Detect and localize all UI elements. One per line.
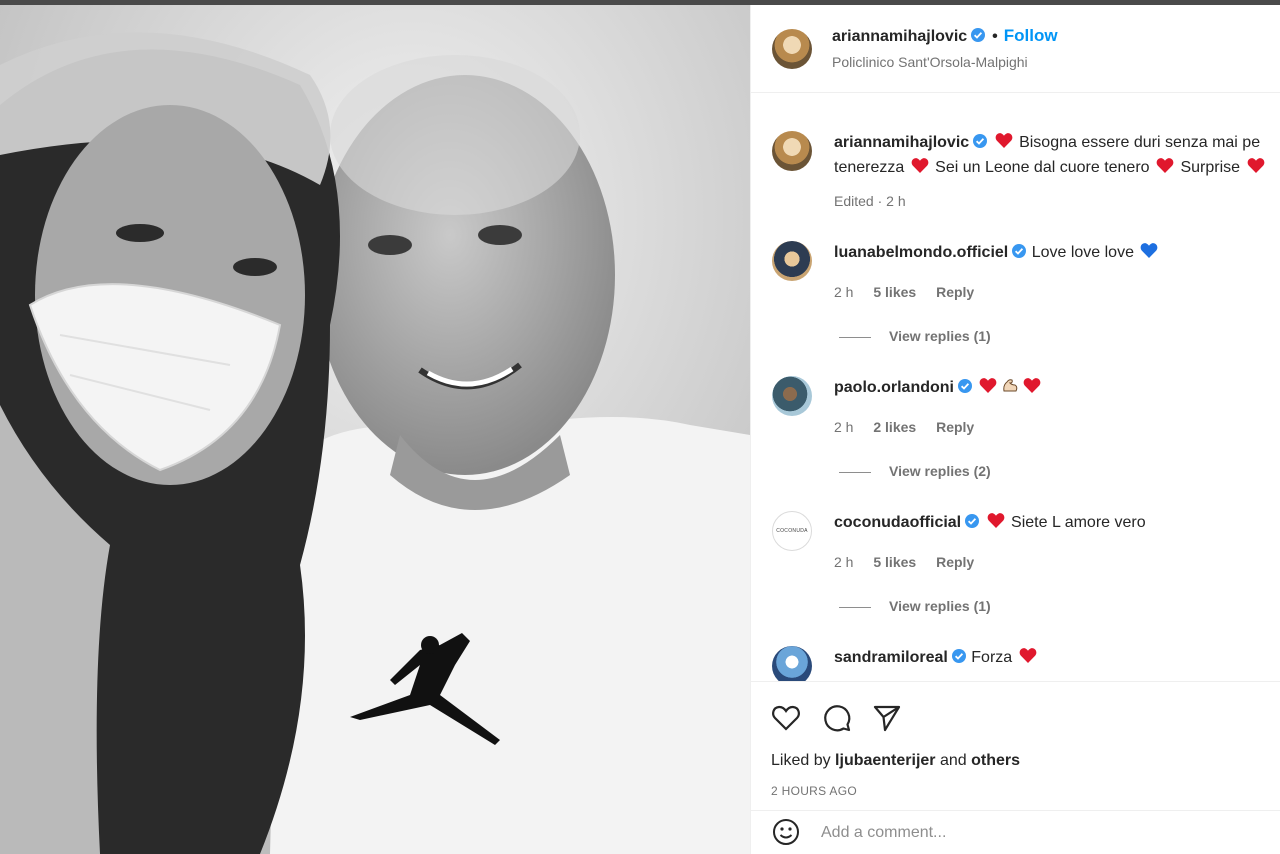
comment-username[interactable]: luanabelmondo.officiel: [834, 244, 1008, 261]
comments-list[interactable]: ariannamihajlovic Bisogna essere duri se…: [751, 93, 1280, 681]
caption-line-1: ariannamihajlovic Bisogna essere duri se…: [834, 130, 1280, 155]
liked-others-link[interactable]: others: [971, 752, 1020, 769]
caption-text-3: Sei un Leone dal cuore tenero: [935, 159, 1150, 176]
red-heart-emoji-icon: [1247, 158, 1264, 173]
comment-username[interactable]: coconudaofficial: [834, 514, 961, 531]
comment-time: 2 h: [834, 284, 854, 300]
red-heart-emoji-icon: [911, 158, 929, 173]
flexed-biceps-emoji-icon: [1003, 379, 1018, 392]
comment-bubble-icon[interactable]: [821, 702, 853, 734]
red-heart-emoji-icon: [1019, 648, 1036, 663]
post-side-panel: ariannamihajlovic • Follow Policlinico San…: [750, 5, 1280, 854]
view-replies-button[interactable]: View replies (1): [839, 328, 991, 344]
liked-user-link[interactable]: ljubaenterijer: [835, 752, 935, 769]
comment-line: luanabelmondo.officiel Love love love: [834, 240, 1280, 265]
verified-badge-icon: [951, 649, 966, 663]
caption-username[interactable]: ariannamihajlovic: [834, 134, 969, 151]
view-replies-button[interactable]: View replies (1): [839, 598, 991, 614]
paper-plane-icon[interactable]: [871, 702, 903, 734]
comment-likes[interactable]: 5 likes: [873, 284, 916, 300]
reply-button[interactable]: Reply: [936, 554, 974, 570]
red-heart-emoji-icon: [1156, 158, 1174, 173]
verified-badge-icon: [958, 379, 972, 393]
comment-text: Love love love: [1031, 244, 1134, 261]
comment-likes[interactable]: 2 likes: [873, 419, 916, 435]
view-replies-button[interactable]: View replies (2): [839, 463, 991, 479]
caption-text-1: Bisogna essere duri senza mai pe: [1019, 134, 1261, 151]
commenter-avatar[interactable]: [772, 376, 812, 416]
caption-line-2: tenerezza Sei un Leone dal cuore tenero …: [834, 155, 1267, 180]
comment-meta: 2 h 2 likes Reply: [834, 419, 974, 435]
post-header: ariannamihajlovic • Follow Policlinico San…: [751, 5, 1280, 93]
liked-by-line: Liked by ljubaenterijer and others: [771, 752, 1020, 770]
author-username[interactable]: ariannamihajlovic: [832, 28, 967, 45]
red-heart-emoji-icon: [1024, 378, 1041, 393]
comment-username[interactable]: sandramiloreal: [834, 649, 948, 666]
post-photo[interactable]: [0, 5, 750, 854]
liked-and: and: [939, 752, 967, 769]
author-line: ariannamihajlovic • Follow: [832, 26, 1058, 46]
comment-text: Forza: [971, 649, 1013, 666]
reply-button[interactable]: Reply: [936, 419, 974, 435]
reply-button[interactable]: Reply: [936, 284, 974, 300]
author-avatar[interactable]: [772, 29, 812, 69]
post-timestamp[interactable]: 2 HOURS AGO: [771, 784, 857, 798]
follow-button[interactable]: Follow: [1004, 26, 1058, 45]
photo-illustration: [0, 5, 750, 854]
comment-likes[interactable]: 5 likes: [873, 554, 916, 570]
comment-input[interactable]: [821, 819, 1201, 847]
caption-text-4: Surprise: [1180, 159, 1241, 176]
caption-avatar[interactable]: [772, 131, 812, 171]
header-separator: •: [992, 28, 998, 45]
comment-line: sandramiloreal Forza: [834, 645, 1280, 670]
comment-time: 2 h: [834, 419, 854, 435]
liked-prefix: Liked by: [771, 752, 831, 769]
comment-username[interactable]: paolo.orlandoni: [834, 379, 954, 396]
post-actions: Liked by ljubaenterijer and others 2 HOU…: [751, 681, 1280, 854]
comment-meta: 2 h 5 likes Reply: [834, 554, 974, 570]
red-heart-emoji-icon: [995, 133, 1012, 148]
verified-badge-icon: [973, 134, 988, 148]
verified-badge-icon: [1012, 244, 1027, 258]
verified-badge-icon: [965, 514, 980, 528]
red-heart-emoji-icon: [987, 513, 1004, 528]
comment-meta: 2 h 5 likes Reply: [834, 284, 974, 300]
blue-heart-emoji-icon: [1141, 243, 1158, 258]
smiley-face-icon[interactable]: [771, 817, 801, 847]
comment-time: 2 h: [834, 554, 854, 570]
comment-text: Siete L amore vero: [1011, 514, 1146, 531]
red-heart-emoji-icon: [980, 378, 997, 393]
heart-outline-icon[interactable]: [770, 702, 802, 734]
caption-edited: Edited · 2 h: [834, 193, 906, 209]
comment-line: paolo.orlandoni: [834, 375, 1280, 400]
add-comment-bar: [751, 810, 1280, 854]
post-location[interactable]: Policlinico Sant'Orsola-Malpighi: [832, 54, 1028, 70]
caption-text-2: tenerezza: [834, 159, 905, 176]
comment-line: coconudaofficial Siete L amore vero: [834, 510, 1280, 535]
commenter-avatar[interactable]: COCONUDA: [772, 511, 812, 551]
verified-badge-icon: [971, 28, 986, 42]
commenter-avatar[interactable]: [772, 646, 812, 681]
commenter-avatar[interactable]: [772, 241, 812, 281]
